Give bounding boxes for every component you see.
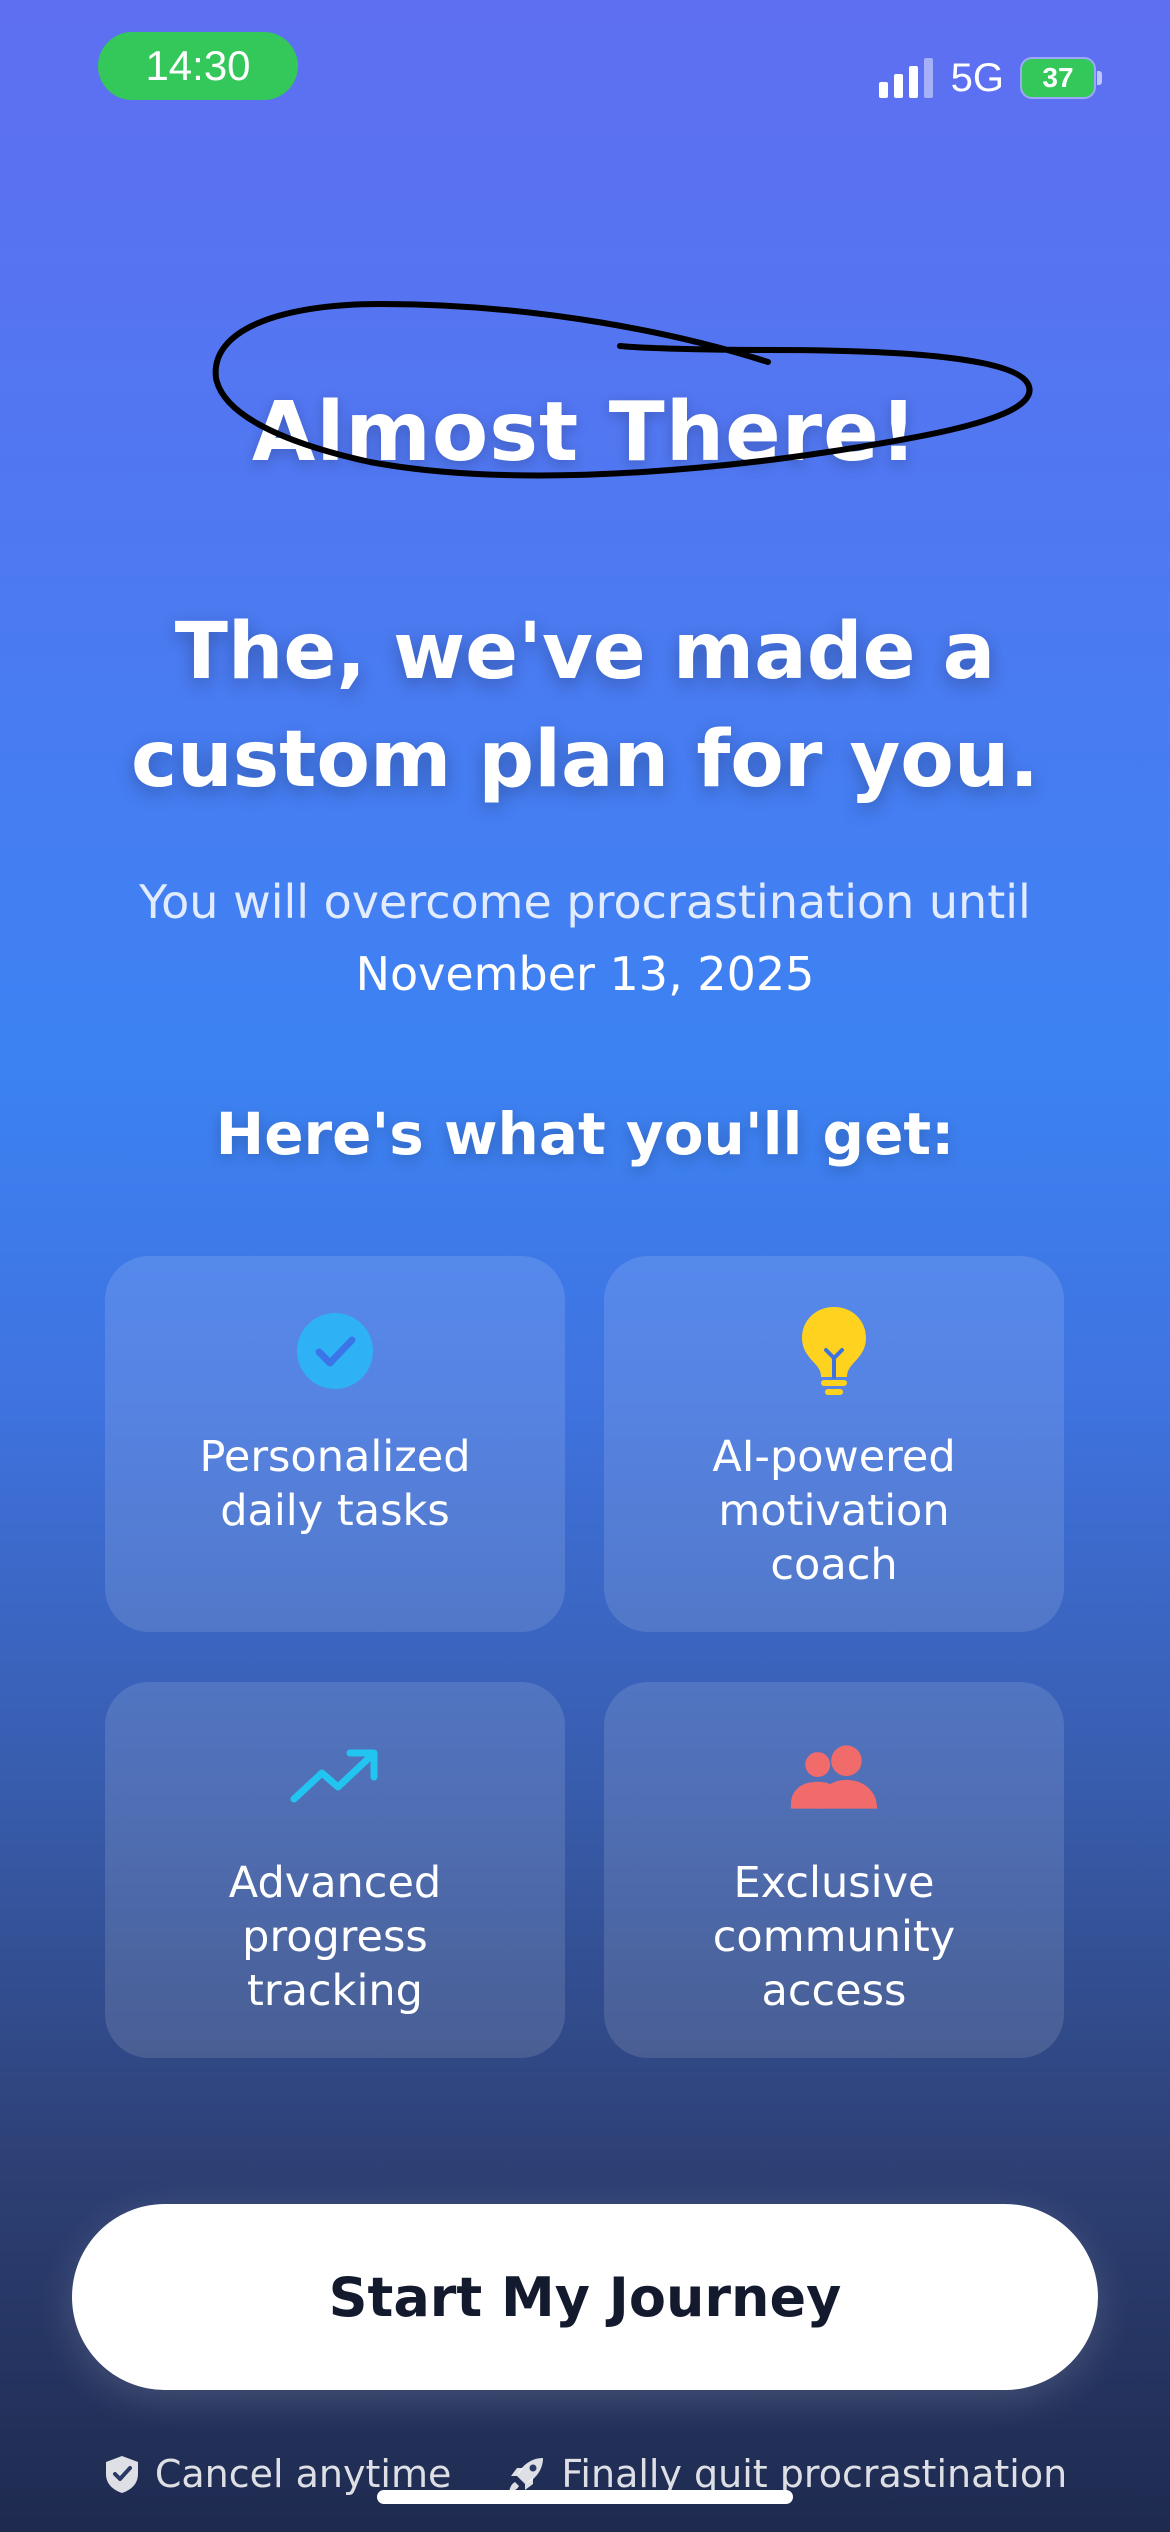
network-label: 5G bbox=[950, 55, 1004, 100]
status-time-label: 14:30 bbox=[145, 42, 251, 89]
signal-icon bbox=[878, 58, 933, 98]
lightbulb-icon bbox=[789, 1306, 879, 1396]
scribble-annotation bbox=[212, 301, 1033, 479]
feature-card-daily-tasks: Personalized daily tasks bbox=[105, 1256, 565, 1632]
feature-card-ai-coach: AI-powered motivation coach bbox=[604, 1256, 1064, 1632]
battery-level: 37 bbox=[1042, 62, 1074, 93]
check-circle-icon bbox=[290, 1306, 380, 1396]
feature-card-progress-tracking: Advanced progress tracking bbox=[105, 1682, 565, 2058]
status-time: 14:30 bbox=[98, 32, 298, 100]
page-title: The, we've made a custom plan for you. bbox=[60, 598, 1110, 814]
feature-label: Advanced progress tracking bbox=[228, 1858, 442, 2016]
subtitle: You will overcome procrastination until … bbox=[60, 866, 1110, 1010]
features-heading: Here's what you'll get: bbox=[215, 1100, 955, 1168]
battery-icon: 37 bbox=[1022, 59, 1102, 97]
rocket-icon bbox=[509, 2458, 544, 2492]
feature-card-community: Exclusive community access bbox=[604, 1682, 1064, 2058]
status-indicators: 5G 37 bbox=[878, 48, 1102, 108]
title-line-1: The, we've made a bbox=[174, 607, 996, 697]
subtitle-line-1: You will overcome procrastination until bbox=[139, 875, 1031, 929]
feature-label: AI-powered motivation coach bbox=[712, 1432, 956, 1590]
feature-label: Personalized daily tasks bbox=[199, 1432, 471, 1536]
title-line-2: custom plan for you. bbox=[130, 715, 1040, 805]
home-indicator[interactable] bbox=[377, 2490, 793, 2504]
shield-check-icon bbox=[105, 2456, 138, 2493]
subtitle-date: November 13, 2025 bbox=[355, 947, 815, 1001]
feature-label: Exclusive community access bbox=[712, 1858, 956, 2016]
trending-up-icon bbox=[290, 1732, 380, 1822]
start-journey-button[interactable]: Start My Journey bbox=[72, 2204, 1098, 2390]
users-icon bbox=[789, 1732, 879, 1822]
